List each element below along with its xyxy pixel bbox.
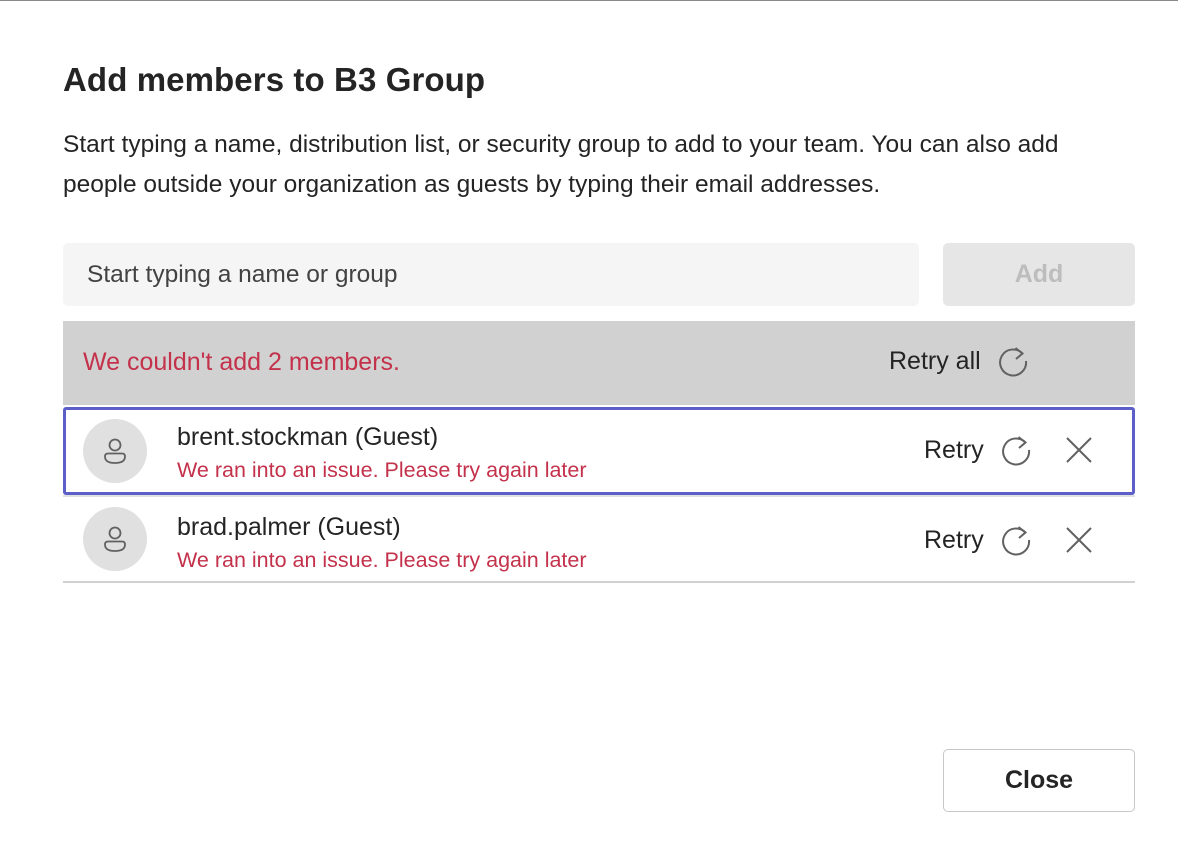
member-error-message: We ran into an issue. Please try again l… bbox=[177, 548, 587, 572]
retry-button[interactable]: Retry bbox=[924, 432, 1034, 468]
member-row[interactable]: brad.palmer (Guest) We ran into an issue… bbox=[63, 495, 1135, 583]
close-button[interactable]: Close bbox=[943, 749, 1135, 812]
error-banner: We couldn't add 2 members. Retry all bbox=[63, 321, 1135, 405]
retry-button[interactable]: Retry bbox=[924, 522, 1034, 558]
person-icon bbox=[99, 435, 131, 467]
refresh-icon bbox=[998, 432, 1034, 468]
member-actions: Retry bbox=[924, 522, 1094, 558]
member-search-input[interactable] bbox=[63, 243, 919, 306]
retry-label: Retry bbox=[924, 435, 984, 464]
retry-all-button[interactable]: Retry all bbox=[889, 343, 1031, 379]
avatar bbox=[83, 419, 147, 483]
dialog-description: Start typing a name, distribution list, … bbox=[63, 131, 1059, 198]
retry-label: Retry bbox=[924, 525, 984, 554]
member-row[interactable]: brent.stockman (Guest) We ran into an is… bbox=[63, 407, 1135, 495]
member-name: brent.stockman (Guest) bbox=[177, 423, 439, 451]
retry-all-label: Retry all bbox=[889, 346, 981, 375]
person-icon bbox=[99, 523, 131, 555]
add-members-dialog: Add members to B3 Group Start typing a n… bbox=[0, 0, 1178, 868]
member-error-message: We ran into an issue. Please try again l… bbox=[177, 458, 587, 482]
member-actions: Retry bbox=[924, 432, 1094, 468]
dialog-title: Add members to B3 Group bbox=[63, 61, 486, 98]
close-icon[interactable] bbox=[1064, 435, 1094, 465]
add-button[interactable]: Add bbox=[943, 243, 1135, 306]
close-icon[interactable] bbox=[1064, 525, 1094, 555]
refresh-icon bbox=[995, 343, 1031, 379]
member-name: brad.palmer (Guest) bbox=[177, 513, 401, 541]
error-banner-message: We couldn't add 2 members. bbox=[83, 348, 400, 376]
avatar bbox=[83, 507, 147, 571]
refresh-icon bbox=[998, 522, 1034, 558]
